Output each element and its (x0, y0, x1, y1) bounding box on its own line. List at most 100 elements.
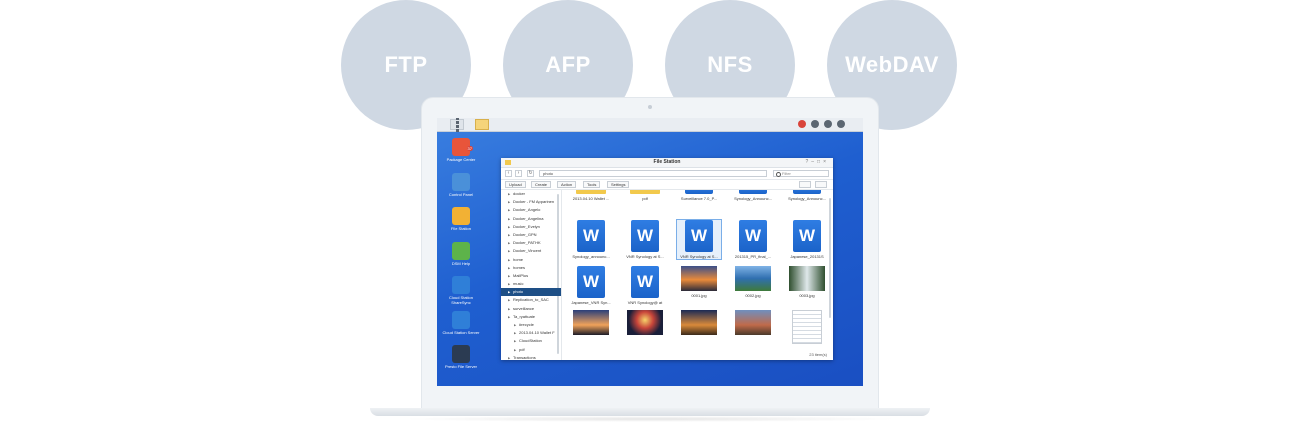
upload-button[interactable]: Upload (505, 181, 526, 188)
expand-arrow-icon[interactable]: ▶ (508, 354, 510, 360)
file-item[interactable]: Synology_Announc... (731, 190, 775, 201)
photo-thumbnail (627, 310, 663, 335)
tree-item[interactable]: ▶ #recycle (501, 321, 561, 329)
expand-arrow-icon[interactable]: ▶ (508, 215, 510, 223)
expand-arrow-icon[interactable]: ▶ (508, 190, 510, 198)
action-button[interactable]: Action (557, 181, 577, 188)
expand-arrow-icon[interactable]: ▶ (508, 239, 510, 247)
taskbar (437, 118, 863, 132)
desktop-icon-1[interactable]: Control Panel (439, 172, 483, 197)
widgets-icon[interactable] (837, 120, 845, 128)
desktop-icon-6[interactable]: Presto File Server (439, 345, 483, 369)
expand-arrow-icon[interactable]: ▶ (508, 198, 510, 206)
file-station-taskbar-icon[interactable] (475, 119, 489, 130)
file-item[interactable] (677, 310, 721, 337)
file-item[interactable]: pdf (623, 190, 667, 201)
create-button[interactable]: Create (531, 181, 552, 188)
expand-arrow-icon[interactable]: ▶ (514, 321, 516, 329)
tree-item[interactable]: ▶ surveillance (501, 305, 561, 313)
expand-arrow-icon[interactable]: ▶ (508, 231, 510, 239)
expand-arrow-icon[interactable]: ▶ (508, 280, 510, 288)
photo-thumbnail (735, 310, 771, 335)
tree-item[interactable]: ▶ Docker_Angelo (501, 206, 561, 214)
tree-item[interactable]: ▶ docker (501, 190, 561, 198)
notification-icon[interactable] (798, 120, 806, 128)
expand-arrow-icon[interactable]: ▶ (508, 223, 510, 231)
tree-item[interactable]: ▶ Docker - FM Apparinen (501, 198, 561, 206)
tree-item[interactable]: ▶ pdf (501, 346, 561, 354)
file-station-window: File Station ?–□× ‹ › ↻ photo Filter Upl… (501, 158, 833, 360)
file-item[interactable] (569, 310, 613, 337)
file-item[interactable] (785, 310, 827, 346)
file-item[interactable]: VNR Synology@ at (623, 266, 667, 305)
tree-item[interactable]: ▶ Docker_Evelyn (501, 223, 561, 231)
tree-item[interactable]: ▶ Docker_Vincent (501, 247, 561, 255)
tree-item[interactable]: ▶ Docker_Angelina (501, 215, 561, 223)
desktop-icon-label: File Station (450, 226, 471, 231)
expand-arrow-icon[interactable]: ▶ (508, 296, 510, 304)
expand-arrow-icon[interactable]: ▶ (508, 206, 510, 214)
tree-item[interactable]: ▶ Docker_GPN (501, 231, 561, 239)
tools-button[interactable]: Tools (583, 181, 601, 188)
expand-arrow-icon[interactable]: ▶ (508, 313, 510, 321)
tree-item[interactable]: ▶ music (501, 280, 561, 288)
tree-item[interactable]: ▶ Ta_ryattuate (501, 313, 561, 321)
filter-input[interactable]: Filter (773, 170, 829, 177)
tree-item[interactable]: ▶ CloudStation (501, 337, 561, 345)
tree-item[interactable]: ▶ photo (501, 288, 561, 297)
file-item[interactable]: Japanese_20131S (785, 220, 827, 259)
expand-arrow-icon[interactable]: ▶ (508, 272, 510, 280)
desktop-icon-2[interactable]: File Station (439, 207, 483, 231)
tree-item[interactable]: ▶ 2013.04.10 Wallet F (501, 329, 561, 337)
tree-item[interactable]: ▶ Replication_to_SAC (501, 296, 561, 304)
expand-arrow-icon[interactable]: ▶ (508, 256, 510, 264)
file-item[interactable]: 0001.jpg (677, 266, 721, 298)
expand-arrow-icon[interactable]: ▶ (514, 337, 516, 345)
desktop-icon-0[interactable]: 37 Package Center (439, 138, 483, 162)
sort-button[interactable] (815, 181, 827, 188)
tree-item-label: photo (513, 289, 524, 295)
file-item[interactable]: 201315_PR_final_... (731, 220, 775, 259)
expand-arrow-icon[interactable]: ▶ (514, 346, 516, 354)
search-icon[interactable] (824, 120, 832, 128)
file-item[interactable]: 2013.04.10 Wallet ... (569, 190, 613, 201)
tree-item[interactable]: ▶ Transactions (501, 354, 561, 360)
desktop-icon-3[interactable]: DSM Help (439, 241, 483, 266)
expand-arrow-icon[interactable]: ▶ (508, 264, 510, 272)
expand-arrow-icon[interactable]: ▶ (514, 329, 516, 337)
desktop-icon-label: Cloud Station Server (442, 329, 480, 335)
file-item[interactable] (731, 310, 775, 337)
navigation-bar: ‹ › ↻ photo Filter (501, 168, 833, 180)
file-item[interactable]: 0003.jpg (785, 266, 827, 298)
path-input[interactable]: photo (539, 170, 767, 177)
view-toggle-button[interactable] (799, 181, 811, 188)
forward-button[interactable]: › (515, 170, 522, 177)
user-icon[interactable] (811, 120, 819, 128)
file-item[interactable]: Synology_announc... (569, 220, 613, 259)
file-name: 201315_PR_final_... (734, 254, 772, 259)
word-document-icon (739, 220, 767, 252)
file-item[interactable]: Synology_Announc... (785, 190, 827, 201)
expand-arrow-icon[interactable]: ▶ (508, 247, 510, 255)
file-item[interactable]: Japanese_VNR Syn... (569, 266, 613, 305)
tree-item[interactable]: ▶ Docker_PATHK (501, 239, 561, 247)
desktop-icon-5[interactable]: Cloud Station Server (439, 310, 483, 335)
grid-scrollbar[interactable] (829, 198, 831, 318)
file-item[interactable]: 0002.jpg (731, 266, 775, 298)
main-menu-button[interactable] (450, 118, 464, 132)
tree-item[interactable]: ▶ homes (501, 264, 561, 272)
file-item[interactable] (623, 310, 667, 337)
window-controls[interactable]: ?–□× (805, 158, 829, 167)
tree-item[interactable]: ▶ home (501, 256, 561, 264)
settings-button[interactable]: Settings (607, 181, 630, 188)
file-item[interactable]: VNR Synology at S... (623, 220, 667, 259)
tree-item-label: Docker_Angelina (513, 215, 544, 221)
refresh-button[interactable]: ↻ (527, 170, 534, 177)
file-item[interactable]: VNR Synology at S... (676, 219, 722, 260)
expand-arrow-icon[interactable]: ▶ (508, 288, 510, 296)
expand-arrow-icon[interactable]: ▶ (508, 305, 510, 313)
desktop-icon-4[interactable]: Cloud Station ShareSync (439, 276, 483, 305)
file-item[interactable]: Surveillance 7.0_P... (677, 190, 721, 201)
tree-item[interactable]: ▶ MailPlus (501, 272, 561, 280)
back-button[interactable]: ‹ (505, 170, 512, 177)
